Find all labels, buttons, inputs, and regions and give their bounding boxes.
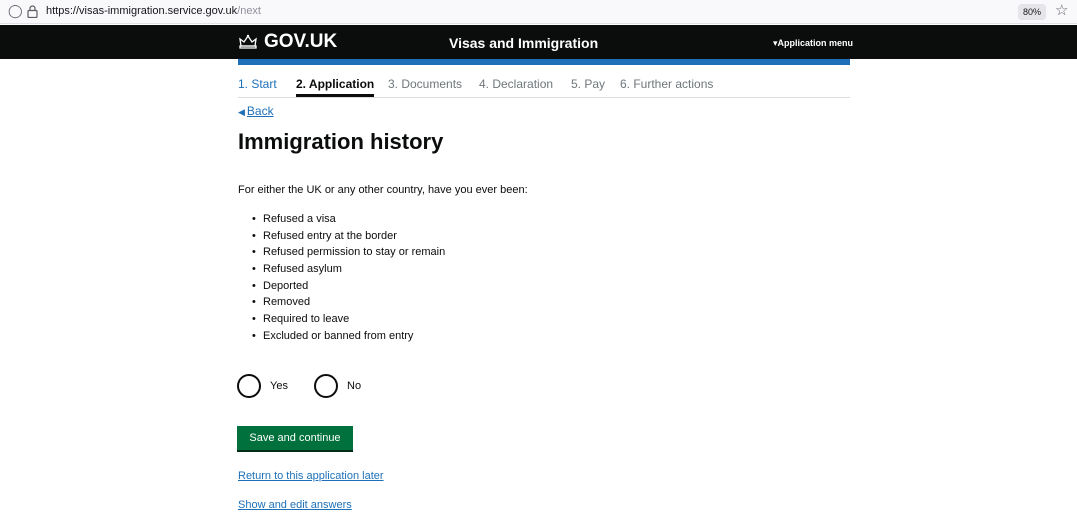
list-item: Refused a visa <box>252 212 445 229</box>
bookmark-star-icon[interactable]: ☆ <box>1055 1 1068 21</box>
back-link[interactable]: ◀ Back <box>238 104 274 119</box>
logo-text: GOV.UK <box>264 31 338 52</box>
list-item: Refused asylum <box>252 262 445 279</box>
step-pay: 5. Pay <box>571 77 606 91</box>
lock-icon[interactable] <box>27 2 38 23</box>
radio-yes-label[interactable]: Yes <box>270 379 288 393</box>
crown-icon <box>239 34 257 49</box>
url-host: https://visas-immigration.service.gov.uk <box>46 5 238 17</box>
url-path: /next <box>237 5 261 17</box>
service-name-link[interactable]: Visas and Immigration <box>449 34 598 52</box>
list-item: Refused permission to stay or remain <box>252 245 445 262</box>
question-text: For either the UK or any other country, … <box>238 184 528 196</box>
list-item: Removed <box>252 295 445 312</box>
list-item: Required to leave <box>252 312 445 329</box>
step-application: 2. Application <box>296 77 375 97</box>
back-arrow-icon: ◀ <box>238 107 245 117</box>
step-start[interactable]: 1. Start <box>238 77 277 92</box>
radio-yes-circle[interactable] <box>237 374 261 398</box>
step-further-actions: 6. Further actions <box>620 77 714 91</box>
refusal-reasons-list: Refused a visa Refused entry at the bord… <box>252 212 445 346</box>
list-item: Deported <box>252 279 445 296</box>
step-declaration: 4. Declaration <box>479 77 554 91</box>
radio-no-circle[interactable] <box>314 374 338 398</box>
radio-no-label[interactable]: No <box>347 379 361 393</box>
save-and-continue-button[interactable]: Save and continue <box>237 426 353 450</box>
list-item: Refused entry at the border <box>252 229 445 246</box>
radio-yes[interactable]: Yes <box>237 374 288 398</box>
page-title: Immigration history <box>238 129 444 154</box>
list-item: Excluded or banned from entry <box>252 329 445 346</box>
govuk-header: GOV.UK Visas and Immigration ▾Applicatio… <box>0 25 1077 59</box>
show-edit-answers-link[interactable]: Show and edit answers <box>238 498 352 512</box>
address-bar[interactable]: https://visas-immigration.service.gov.uk… <box>46 3 261 19</box>
step-documents: 3. Documents <box>388 77 463 91</box>
header-blue-strip <box>238 59 850 65</box>
browser-toolbar: ◯ https://visas-immigration.service.gov.… <box>0 0 1077 24</box>
govuk-logo-link[interactable]: GOV.UK <box>238 31 337 53</box>
application-menu-toggle[interactable]: ▾Application menu <box>773 37 853 49</box>
radio-no[interactable]: No <box>314 374 361 398</box>
shield-icon[interactable]: ◯ <box>8 2 23 20</box>
return-later-link[interactable]: Return to this application later <box>238 469 384 483</box>
zoom-level-badge[interactable]: 80% <box>1018 4 1046 20</box>
back-link-label: Back <box>246 104 274 118</box>
application-steps-nav: 1. Start 2. Application 3. Documents 4. … <box>238 77 850 98</box>
